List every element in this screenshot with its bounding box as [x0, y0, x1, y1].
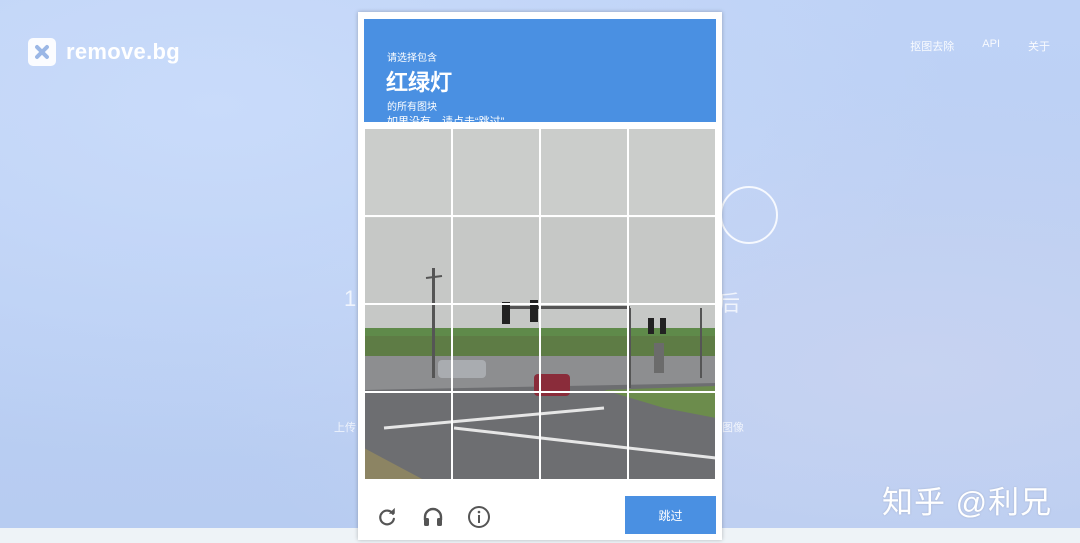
audio-icon[interactable] [420, 504, 446, 530]
reload-icon[interactable] [374, 504, 400, 530]
nav-link-about[interactable]: 关于 [1028, 38, 1050, 54]
grid-tile[interactable] [452, 392, 540, 480]
grid-tile[interactable] [540, 304, 628, 392]
info-icon[interactable] [466, 504, 492, 530]
grid-tile[interactable] [628, 128, 716, 216]
hero-title-fragment-left: 1 [344, 286, 357, 311]
grid-tile[interactable] [452, 128, 540, 216]
grid-tile[interactable] [540, 392, 628, 480]
remove-bg-logo-icon [28, 38, 56, 66]
captcha-dialog: 请选择包含 红绿灯 的所有图块 如果没有，请点击“跳过”。 跳过 [358, 12, 722, 540]
grid-tile[interactable] [628, 304, 716, 392]
captcha-footer-icons [374, 504, 492, 530]
captcha-header: 请选择包含 红绿灯 的所有图块 如果没有，请点击“跳过”。 [364, 19, 716, 128]
grid-tile[interactable] [540, 128, 628, 216]
captcha-instruction-line4: 如果没有，请点击“跳过”。 [387, 116, 516, 128]
grid-tile[interactable] [364, 392, 452, 480]
site-logo[interactable]: remove.bg [28, 38, 180, 66]
grid-tile[interactable] [452, 216, 540, 304]
grid-tile[interactable] [628, 216, 716, 304]
skip-button[interactable]: 跳过 [625, 496, 716, 534]
captcha-instruction-line3: 的所有图块 [387, 102, 437, 113]
top-nav: 抠图去除 API 关于 [910, 38, 1050, 54]
logo-text: remove.bg [66, 39, 180, 64]
grid-tile[interactable] [364, 216, 452, 304]
nav-link-api[interactable]: API [982, 38, 1000, 54]
grid-tile[interactable] [364, 304, 452, 392]
captcha-grid [364, 128, 716, 480]
hero-circle-graphic [720, 186, 778, 244]
nav-link-removal[interactable]: 抠图去除 [910, 38, 954, 54]
watermark-text: 知乎 @利兄 [882, 485, 1053, 520]
captcha-instruction-small: 请选择包含 [387, 53, 437, 64]
grid-tile[interactable] [364, 128, 452, 216]
captcha-target-object: 红绿灯 [386, 70, 453, 95]
grid-tile[interactable] [452, 304, 540, 392]
grid-tile[interactable] [628, 392, 716, 480]
hero-subtitle-fragment-left: 上传 [334, 422, 356, 434]
hero-subtitle-fragment-right: 图像 [722, 422, 744, 434]
grid-tile[interactable] [540, 216, 628, 304]
